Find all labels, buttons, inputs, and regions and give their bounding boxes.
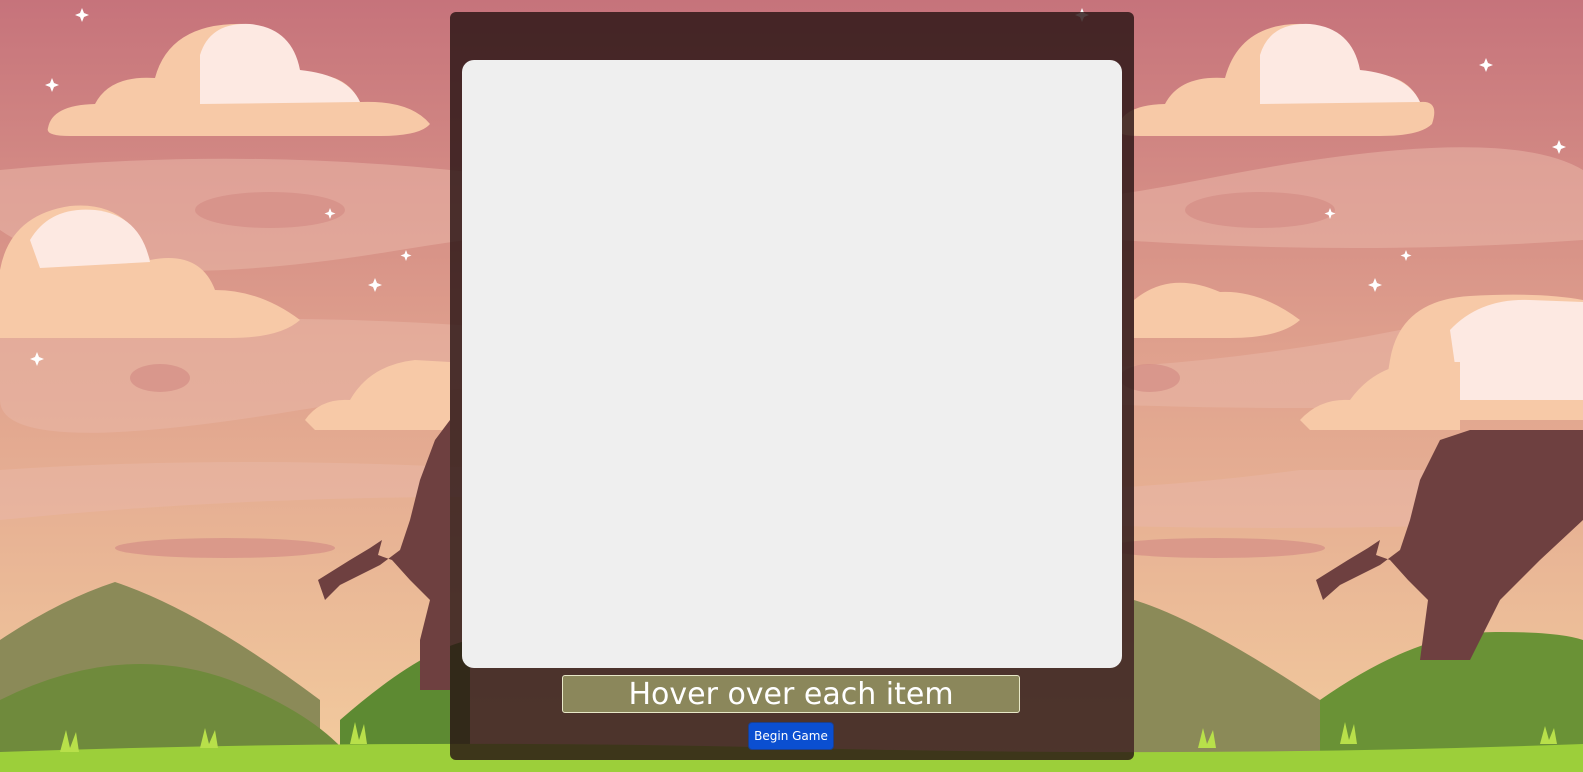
begin-game-button[interactable]: Begin Game [748, 722, 834, 750]
hint-text: Hover over each item [562, 675, 1020, 713]
game-board[interactable] [462, 60, 1122, 668]
game-panel: Hover over each item Begin Game [450, 12, 1134, 760]
